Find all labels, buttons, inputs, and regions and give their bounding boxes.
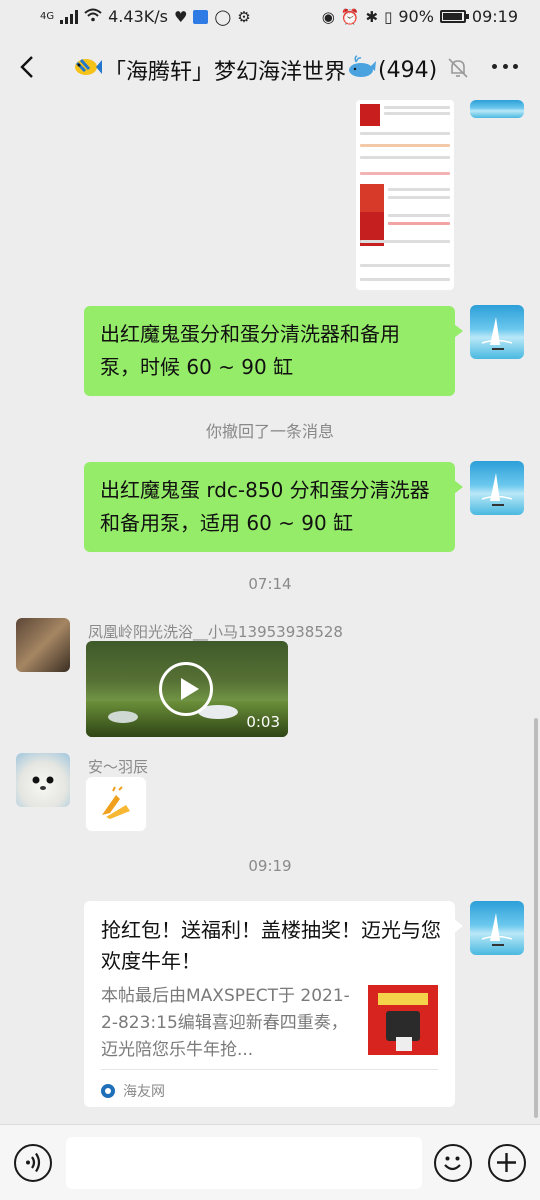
battery-icon (439, 10, 469, 23)
network-type: 4G (40, 11, 55, 22)
timestamp: 07:14 (248, 575, 292, 593)
my-avatar[interactable] (470, 901, 524, 955)
sender-avatar[interactable] (16, 753, 70, 807)
shopping-screenshot-image[interactable] (356, 100, 454, 290)
play-icon[interactable] (159, 662, 213, 716)
source-logo-icon (101, 1084, 115, 1098)
my-avatar[interactable] (470, 305, 524, 359)
chat-title: 「海腾轩」梦幻海洋世界 (494) (72, 54, 437, 86)
sent-message-bubble[interactable]: 出红魔鬼蛋 rdc-850 分和蛋分清洗器和备用泵，适用 60 ~ 90 缸 (84, 462, 463, 552)
network-speed: 4.43K/s (108, 7, 168, 26)
sender-name: 安～羽辰 (88, 758, 149, 776)
whale-emoji-icon (348, 55, 377, 85)
sender-name: 凤凰岭阳光洗浴__小马13953938528 (88, 623, 343, 641)
app-notification-icon (193, 9, 209, 24)
message-text: 出红魔鬼蛋 rdc-850 分和蛋分清洗器和备用泵，适用 60 ~ 90 缸 (100, 478, 430, 535)
circle-icon: ◯ (214, 7, 232, 26)
scrollbar[interactable] (534, 718, 538, 1118)
card-description: 本帖最后由MAXSPECT于 2021-2-823:15编辑喜迎新春四重奏，迈光… (101, 986, 350, 1060)
card-title: 抢红包！送福利！盖楼抽奖！迈光与您欢度牛年！ (101, 918, 441, 973)
group-name: 「海腾轩」梦幻海洋世界 (104, 60, 347, 85)
card-source: 海友网 (101, 1081, 165, 1101)
alarm-icon: ⏰ (340, 7, 360, 26)
sent-message-bubble[interactable]: 出红魔鬼蛋分和蛋分清洗器和备用泵，时候 60 ~ 90 缸 (84, 306, 463, 396)
bluetooth-icon: ✱ (365, 7, 379, 26)
video-message[interactable]: 0:03 (86, 641, 288, 737)
timestamp: 09:19 (248, 857, 292, 875)
my-avatar[interactable] (470, 100, 524, 118)
my-avatar[interactable] (470, 461, 524, 515)
link-card[interactable]: 抢红包！送福利！盖楼抽奖！迈光与您欢度牛年！ 本帖最后由MAXSPECT于 20… (84, 901, 463, 1107)
eye-icon: ◉ (321, 7, 335, 26)
chat-header: 「海腾轩」梦幻海洋世界 (494) (0, 36, 540, 100)
emoji-icon[interactable] (434, 1144, 472, 1182)
recall-notice[interactable]: 你撤回了一条消息 (0, 418, 540, 442)
fish-emoji-icon (72, 55, 102, 85)
back-icon[interactable] (14, 52, 44, 82)
chat-messages[interactable]: 出红魔鬼蛋分和蛋分清洗器和备用泵，时候 60 ~ 90 缸 你撤回了一条消息 出… (0, 100, 540, 1124)
battery-percent: 90% (398, 7, 434, 26)
message-input[interactable] (66, 1137, 422, 1189)
health-heart-icon: ♥ (173, 7, 188, 26)
mute-bell-icon (446, 56, 470, 80)
member-count: (494) (378, 57, 438, 83)
wifi-icon (84, 8, 102, 26)
source-name: 海友网 (123, 1084, 165, 1100)
card-thumbnail (368, 985, 438, 1055)
more-icon[interactable] (492, 64, 518, 72)
clapping-hands-icon (102, 786, 130, 819)
input-bar (0, 1124, 540, 1200)
plus-icon[interactable] (488, 1144, 526, 1182)
signal-icon (60, 9, 79, 24)
gear-icon: ⚙ (237, 7, 251, 26)
voice-icon[interactable] (14, 1144, 52, 1182)
vibrate-icon: ▯ (384, 7, 393, 26)
sender-avatar[interactable] (16, 618, 70, 672)
message-text: 出红魔鬼蛋分和蛋分清洗器和备用泵，时候 60 ~ 90 缸 (100, 322, 400, 379)
status-bar: 4G 4.43K/s ♥ ◯ ⚙ ◉ ⏰ ✱ ▯ 90% 09:19 (0, 0, 540, 36)
video-duration: 0:03 (246, 713, 280, 731)
card-divider (101, 1069, 438, 1070)
clock: 09:19 (471, 7, 518, 26)
sticker-message[interactable] (86, 777, 146, 831)
